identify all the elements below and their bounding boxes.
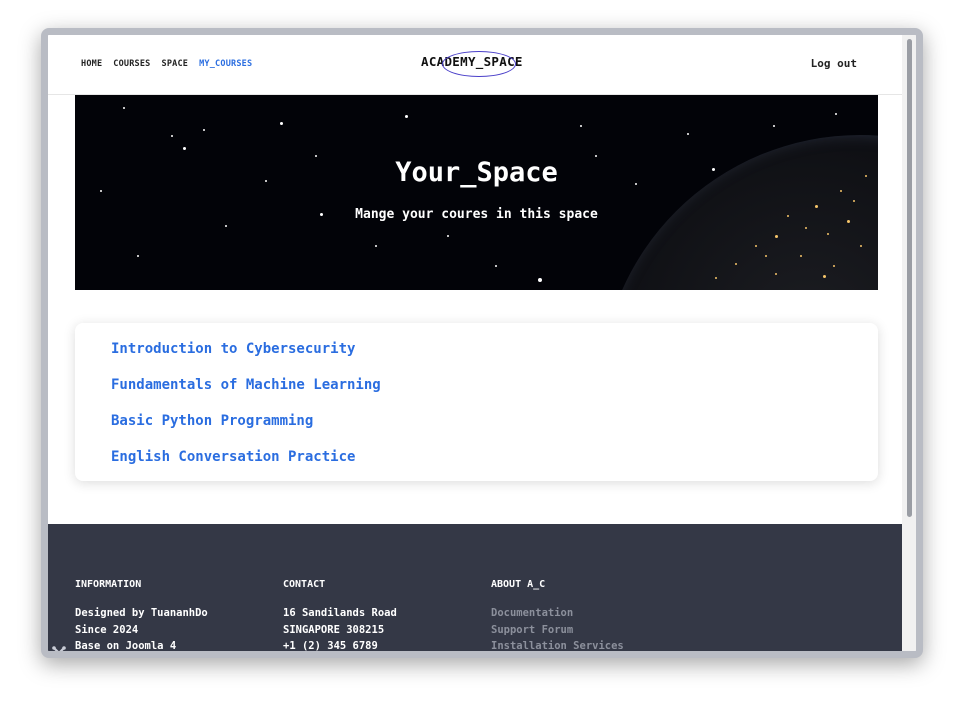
nav-my-courses[interactable]: MY_COURSES [199, 59, 252, 69]
logout-link[interactable]: Log out [811, 57, 857, 70]
footer-link-installation-services[interactable]: Installation Services [491, 638, 624, 651]
hero-subtitle: Mange your coures in this space [355, 207, 598, 222]
nav-home[interactable]: HOME [81, 59, 102, 69]
footer-link-documentation[interactable]: Documentation [491, 605, 624, 622]
footer-text: Base on Joomla 4 [75, 640, 177, 651]
footer-text: 16 Sandilands Road [283, 607, 397, 619]
nav-space[interactable]: SPACE [162, 59, 189, 69]
site-logo[interactable]: ACADEMY_SPACE [421, 54, 523, 69]
footer-text: Designed by TuananhDo [75, 607, 208, 619]
nav-courses[interactable]: COURSES [113, 59, 150, 69]
footer-text: +1 (2) 345 6789 [283, 640, 378, 651]
footer-link-support-forum[interactable]: Support Forum [491, 622, 624, 639]
footer-contact: CONTACT 16 Sandilands Road SINGAPORE 308… [283, 579, 397, 651]
site-header: HOME COURSES SPACE MY_COURSES ACADEMY_SP… [48, 35, 902, 95]
footer-text: Since 2024 [75, 623, 139, 636]
joomla-icon[interactable] [48, 641, 70, 651]
footer-heading: ABOUT A_C [491, 579, 546, 590]
hero-banner: Your_Space Mange your coures in this spa… [75, 95, 878, 290]
footer-about: ABOUT A_C Documentation Support Forum In… [491, 579, 624, 651]
vertical-scrollbar[interactable] [902, 35, 916, 651]
course-link[interactable]: Introduction to Cybersecurity [111, 341, 355, 357]
page-viewport: HOME COURSES SPACE MY_COURSES ACADEMY_SP… [48, 35, 902, 651]
scrollbar-thumb[interactable] [907, 39, 912, 517]
main-nav: HOME COURSES SPACE MY_COURSES [81, 59, 252, 69]
course-link[interactable]: Basic Python Programming [111, 413, 313, 429]
course-list-card: Introduction to Cybersecurity Fundamenta… [75, 323, 878, 481]
footer-heading: CONTACT [283, 579, 326, 590]
hero-title: Your_Space [395, 157, 558, 188]
course-link[interactable]: English Conversation Practice [111, 449, 355, 465]
site-footer: INFORMATION Designed by TuananhDo Since … [48, 524, 902, 651]
footer-information: INFORMATION Designed by TuananhDo Since … [75, 579, 208, 651]
footer-text: SINGAPORE 308215 [283, 623, 385, 636]
footer-heading: INFORMATION [75, 579, 142, 590]
course-link[interactable]: Fundamentals of Machine Learning [111, 377, 381, 393]
browser-window: HOME COURSES SPACE MY_COURSES ACADEMY_SP… [41, 28, 923, 658]
